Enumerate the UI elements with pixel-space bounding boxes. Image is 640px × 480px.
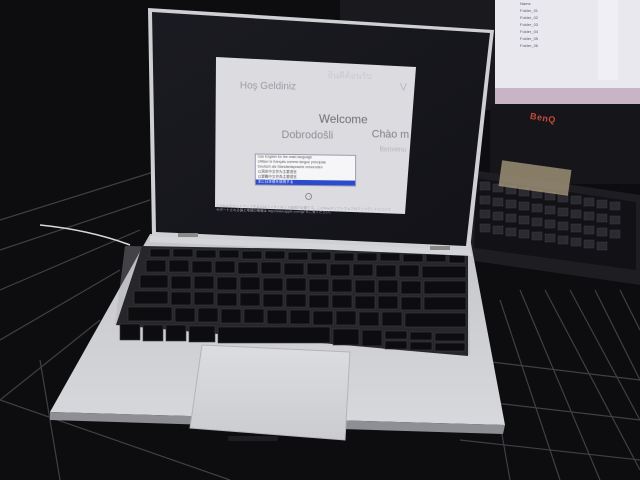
arrow-right-icon: → bbox=[306, 193, 311, 199]
monitor-list-item: Folder_05 bbox=[520, 35, 625, 42]
language-list[interactable]: Use English for the main language Utilis… bbox=[255, 154, 356, 187]
greeting-vietnamese: Chào m bbox=[372, 129, 409, 140]
greeting-italian: Benvenu bbox=[379, 146, 406, 153]
monitor-list-item: Folder_01 bbox=[520, 7, 625, 14]
greeting-thai: ยินดีต้อนรับ bbox=[328, 71, 372, 81]
monitor-file-list: Name Folder_01 Folder_02 Folder_03 Folde… bbox=[520, 0, 625, 80]
language-option-selected[interactable]: 主に日本語を使用する bbox=[256, 179, 355, 185]
setup-assistant-window: Hoş Geldiniz ยินดีต้อนรับ V Welcome Dobr… bbox=[216, 57, 412, 214]
monitor-list-item: Folder_04 bbox=[520, 28, 625, 35]
greeting-english: Welcome bbox=[319, 113, 368, 126]
laptop-notch bbox=[228, 436, 278, 441]
greeting-partial: V bbox=[400, 83, 407, 94]
monitor-list-item: Name bbox=[520, 0, 625, 7]
greeting-turkish: Hoş Geldiniz bbox=[240, 81, 296, 92]
continue-arrow-button[interactable]: → bbox=[305, 193, 312, 200]
greeting-croatian: Dobrodošli bbox=[282, 130, 334, 142]
trackpad bbox=[190, 345, 350, 440]
monitor-list-item: Folder_06 bbox=[520, 42, 625, 49]
monitor-list-item: Folder_02 bbox=[520, 14, 625, 21]
monitor-list-item: Folder_03 bbox=[520, 21, 625, 28]
